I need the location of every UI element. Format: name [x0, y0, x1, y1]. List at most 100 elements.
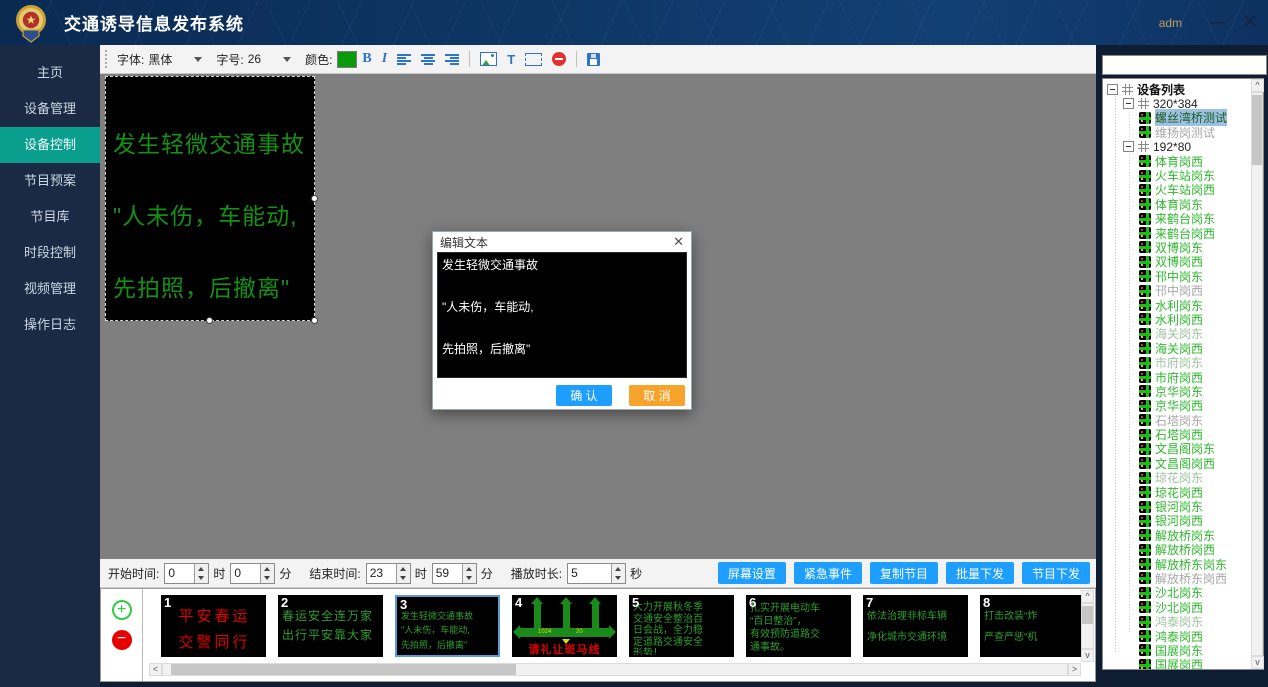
editor-toolbar: 字体: 黑体 字号: 26 颜色: B I T — [100, 45, 1096, 74]
sidebar-item[interactable]: 操作日志 — [0, 307, 100, 343]
start-minute-stepper[interactable]: 0 — [230, 563, 275, 584]
font-family-select[interactable]: 字体: 黑体 — [117, 51, 202, 68]
road-arrow — [592, 604, 599, 629]
duration-stepper[interactable]: 5 — [567, 563, 626, 584]
scroll-thumb[interactable] — [1082, 606, 1093, 624]
cancel-button[interactable]: 取 消 — [629, 385, 685, 406]
spin-up-icon[interactable] — [397, 564, 410, 574]
spin-down-icon[interactable] — [397, 573, 410, 583]
led-preview-panel[interactable]: 发生轻微交通事故 "人未伤，车能动, 先拍照，后撤离" — [105, 76, 315, 321]
emergency-event-button[interactable]: 紧急事件 — [794, 562, 862, 584]
screen-settings-button[interactable]: 屏幕设置 — [718, 562, 786, 584]
align-right-button[interactable] — [445, 54, 459, 65]
scroll-left-icon[interactable]: < — [149, 663, 162, 676]
start-hour-stepper[interactable]: 0 — [164, 563, 209, 584]
playlist-item[interactable]: 2春运安全连万家出行平安靠大家 — [278, 595, 383, 657]
traffic-signal-icon — [1139, 270, 1151, 282]
playlist-item-text: 打击改装“炸严查严惩“机 — [984, 597, 1083, 655]
delete-button[interactable] — [552, 52, 566, 66]
playlist-item[interactable]: 8打击改装“炸严查严惩“机 — [980, 595, 1083, 657]
batch-send-button[interactable]: 批量下发 — [946, 562, 1014, 584]
current-user[interactable]: adm — [1159, 16, 1182, 30]
horizontal-scrollbar[interactable]: < > — [149, 663, 1081, 676]
copy-program-button[interactable]: 复制节目 — [870, 562, 938, 584]
spin-up-icon[interactable] — [195, 564, 208, 574]
tree-scrollbar[interactable]: ^ v — [1251, 79, 1263, 669]
resize-handle[interactable] — [311, 317, 318, 324]
spin-up-icon[interactable] — [463, 564, 476, 574]
collapse-toggle-icon[interactable] — [1123, 98, 1134, 109]
device-search-input[interactable] — [1102, 55, 1267, 75]
edit-text-dialog: 编辑文本 ✕ 发生轻微交通事故 "人未伤，车能动, 先拍照，后撤离" 确 认 取… — [432, 231, 692, 410]
resize-handle[interactable] — [311, 195, 318, 202]
minimize-button[interactable]: — — [1210, 14, 1226, 32]
sidebar-item[interactable]: 设备管理 — [0, 91, 100, 127]
font-size-select[interactable]: 字号: 26 — [216, 51, 291, 68]
close-button[interactable]: ✕ — [1242, 11, 1258, 34]
app-title: 交通诱导信息发布系统 — [64, 10, 244, 35]
playlist-item[interactable]: 1平安春运交警同行 — [161, 595, 266, 657]
scroll-thumb[interactable] — [1252, 95, 1262, 165]
toolbar-grip[interactable] — [105, 50, 110, 68]
scroll-up-icon[interactable]: ^ — [1251, 79, 1264, 92]
action-buttons: 屏幕设置 紧急事件 复制节目 批量下发 节目下发 — [718, 562, 1090, 584]
playlist-item[interactable]: 4102420请礼让斑马线 — [512, 595, 617, 657]
program-send-button[interactable]: 节目下发 — [1022, 562, 1090, 584]
sidebar-item[interactable]: 节目预案 — [0, 163, 100, 199]
main-area: 字体: 黑体 字号: 26 颜色: B I T 发生轻微交通事故 "人未伤，车能… — [100, 45, 1096, 687]
save-button[interactable] — [587, 53, 600, 66]
traffic-signal-icon — [1139, 285, 1151, 297]
resize-handle[interactable] — [206, 317, 213, 324]
confirm-button[interactable]: 确 认 — [556, 385, 612, 406]
spin-down-icon[interactable] — [463, 573, 476, 583]
sidebar-item[interactable]: 主页 — [0, 55, 100, 91]
vertical-scrollbar[interactable]: ^ v — [1081, 590, 1094, 662]
tree-root[interactable]: 设备列表 — [1103, 82, 1263, 96]
scroll-track[interactable] — [1081, 603, 1094, 649]
traffic-signal-icon — [1139, 644, 1151, 656]
end-minute-stepper[interactable]: 59 — [432, 563, 477, 584]
insert-text-button[interactable]: T — [507, 52, 515, 67]
collapse-toggle-icon[interactable] — [1107, 84, 1118, 95]
align-left-button[interactable] — [397, 54, 411, 65]
spin-up-icon[interactable] — [261, 564, 274, 574]
sidebar-item[interactable]: 设备控制 — [0, 127, 100, 163]
dialog-titlebar[interactable]: 编辑文本 ✕ — [433, 232, 691, 252]
spin-down-icon[interactable] — [261, 573, 274, 583]
traffic-signal-icon — [1139, 659, 1151, 670]
collapse-toggle-icon[interactable] — [1123, 141, 1134, 152]
tree-device-label: 维扬岗测试 — [1155, 124, 1215, 141]
playlist-item[interactable]: 6扎实开展电动车“百日整治”，有效预防道路交通事故。 — [746, 595, 851, 657]
playlist-item[interactable]: 5大力开展秋冬季交通安全整治百日会战，全力稳定道路交通安全形势！ — [629, 595, 734, 657]
tree-device[interactable]: 维扬岗测试 — [1103, 125, 1263, 139]
spin-down-icon[interactable] — [195, 573, 208, 583]
traffic-signal-icon — [1139, 328, 1151, 340]
align-center-button[interactable] — [421, 54, 435, 65]
marquee-button[interactable] — [525, 53, 542, 66]
spin-down-icon[interactable] — [612, 573, 625, 583]
scroll-up-icon[interactable]: ^ — [1081, 590, 1094, 603]
sidebar-item[interactable]: 视频管理 — [0, 271, 100, 307]
tree-device[interactable]: 国展岗西 — [1103, 658, 1263, 670]
bold-button[interactable]: B — [362, 51, 371, 67]
scroll-down-icon[interactable]: v — [1251, 656, 1264, 669]
playlist-item[interactable]: 3发生轻微交通事故"人未伤，车能动,先拍照，后撤离" — [395, 595, 500, 657]
remove-item-button[interactable]: − — [112, 630, 132, 650]
italic-button[interactable]: I — [382, 51, 387, 67]
scroll-track[interactable] — [162, 663, 1068, 676]
insert-image-button[interactable] — [480, 52, 497, 66]
color-swatch[interactable] — [337, 51, 357, 68]
dialog-close-icon[interactable]: ✕ — [673, 234, 684, 250]
edit-text-textarea[interactable]: 发生轻微交通事故 "人未伤，车能动, 先拍照，后撤离" — [437, 252, 687, 378]
design-canvas[interactable]: 发生轻微交通事故 "人未伤，车能动, 先拍照，后撤离" 编辑文本 ✕ 发生轻微交… — [100, 74, 1096, 559]
end-hour-stepper[interactable]: 23 — [366, 563, 411, 584]
scroll-right-icon[interactable]: > — [1068, 663, 1081, 676]
spin-up-icon[interactable] — [612, 564, 625, 574]
scroll-down-icon[interactable]: v — [1081, 649, 1094, 662]
sidebar-item[interactable]: 时段控制 — [0, 235, 100, 271]
playlist-item[interactable]: 7依法治理非标车辆净化城市交通环境 — [863, 595, 968, 657]
scroll-thumb[interactable] — [171, 664, 516, 675]
sidebar-item[interactable]: 节目库 — [0, 199, 100, 235]
add-item-button[interactable]: + — [112, 600, 132, 620]
scroll-track[interactable] — [1251, 92, 1263, 656]
